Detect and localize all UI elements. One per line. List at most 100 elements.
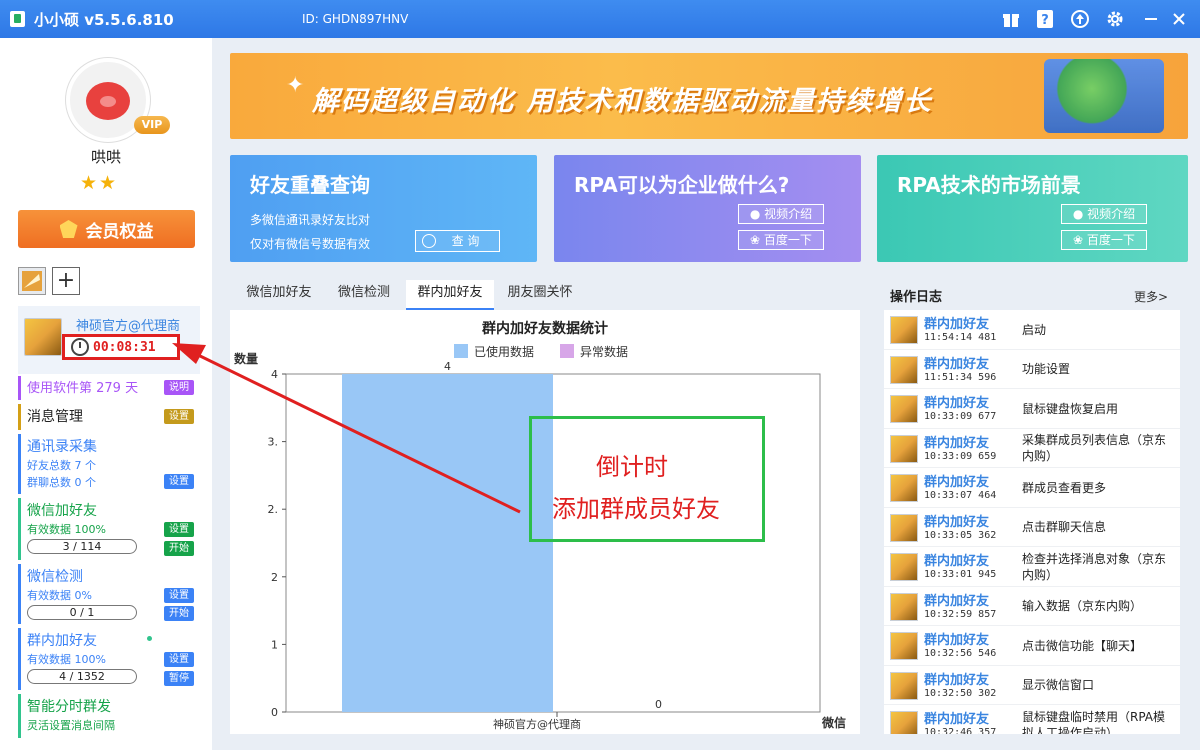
log-item[interactable]: 群内加好友 11:51:34 596 功能设置 [884,350,1180,389]
help-icon[interactable]: ? [1034,8,1056,30]
minimize-icon[interactable] [1140,8,1162,30]
close-icon[interactable] [1168,8,1190,30]
log-avatar [890,355,918,384]
account-name: 神硕官方@代理商 [76,319,181,334]
bar-data-label: 0 [655,698,662,711]
log-message-text: 鼠标键盘恢复启用 [1022,401,1119,416]
add-account-button[interactable]: + [52,267,80,295]
gift-icon[interactable] [1000,8,1022,30]
log-item[interactable]: 群内加好友 10:32:50 302 显示微信窗口 [884,666,1180,705]
log-message: 输入数据（京东内购） [1022,587,1174,626]
log-item[interactable]: 群内加好友 10:33:05 362 点击群聊天信息 [884,508,1180,547]
log-avatar [890,434,918,463]
paw-icon: ❀ [1073,233,1087,247]
log-message-text: 点击微信功能【聊天】 [1022,638,1143,653]
rpa-market-video-button[interactable]: ● 视频介绍 [1061,204,1147,224]
contacts-collect-row[interactable]: 通讯录采集 好友总数 7 个 群聊总数 0 个 设置 [18,434,198,494]
contacts-settings-button[interactable]: 设置 [164,474,194,489]
bulb-icon: ● [749,207,765,221]
log-item[interactable]: 群内加好友 10:32:59 857 输入数据（京东内购） [884,587,1180,626]
member-benefits-button[interactable]: 会员权益 [18,210,195,248]
contacts-collect-title: 通讯录采集 [27,439,97,455]
log-message-text: 功能设置 [1022,362,1071,376]
log-item[interactable]: 群内加好友 11:54:14 481 启动 [884,310,1180,350]
wechat-check-row[interactable]: 微信检测 有效数据 0% 0 / 1 设置 开始 [18,564,198,624]
rpa-enterprise-title: RPA可以为企业做什么? [574,173,790,197]
log-more-link[interactable]: 更多> [1134,288,1168,305]
log-time: 10:32:46 357 [924,727,997,734]
log-time: 11:51:34 596 [924,371,997,383]
group-add-settings-button[interactable]: 设置 [164,652,194,667]
smart-group-send-title: 智能分时群发 [27,699,111,715]
log-avatar [890,711,918,734]
usage-info-button[interactable]: 说明 [164,380,194,395]
tab-group-add-friend[interactable]: 群内加好友 [406,280,494,310]
log-message: 鼠标键盘临时禁用（RPA模拟人工操作启动） [1022,705,1174,735]
y-tick-label: 4 [271,368,278,381]
log-item[interactable]: 群内加好友 10:33:01 945 检查并选择消息对象（京东内购） [884,547,1180,587]
friend-count: 好友总数 7 个 [27,459,96,472]
svg-text:?: ? [1041,13,1049,28]
account-avatar [24,318,62,356]
annotation-add-members: 添加群成员好友 [552,495,720,523]
account-card[interactable]: 神硕官方@代理商 00:08:31 [18,306,200,374]
baidu-label: 百度一下 [763,233,812,247]
tab-wechat-add-friend[interactable]: 微信加好友 [236,280,322,310]
log-message: 采集群成员列表信息（京东内购） [1022,429,1174,468]
operation-log-title: 操作日志 [890,290,943,305]
promo-banner[interactable]: ✦ 解码超级自动化 用技术和数据驱动流量持续增长 [230,53,1188,139]
wechat-add-friend-row[interactable]: 微信加好友 有效数据 100% 3 / 114 设置 开始 [18,498,198,560]
log-item[interactable]: 群内加好友 10:32:46 357 鼠标键盘临时禁用（RPA模拟人工操作启动） [884,705,1180,734]
log-item[interactable]: 群内加好友 10:33:09 677 鼠标键盘恢复启用 [884,389,1180,429]
log-message-text: 显示微信窗口 [1022,678,1095,692]
group-add-friend-row[interactable]: 群内加好友 有效数据 100% 4 / 1352 设置 暂停 [18,628,198,690]
query-button[interactable]: 查 询 [415,230,500,252]
log-feature-name: 群内加好友 [924,356,990,372]
log-item[interactable]: 群内加好友 10:33:09 659 采集群成员列表信息（京东内购） [884,429,1180,468]
log-feature-name: 群内加好友 [924,554,990,569]
settings-icon[interactable] [1104,8,1126,30]
wechat-check-settings-button[interactable]: 设置 [164,588,194,603]
log-feature-name: 群内加好友 [924,317,990,332]
wechat-add-start-button[interactable]: 开始 [164,541,194,556]
log-message: 点击微信功能【聊天】 [1022,626,1174,665]
log-message: 鼠标键盘恢复启用 [1022,389,1174,428]
upgrade-icon[interactable] [1069,8,1091,30]
wechat-add-progress: 3 / 114 [27,539,137,554]
y-tick-label: 0 [271,706,278,719]
rpa-market-title: RPA技术的市场前景 [897,173,1081,197]
log-message: 启动 [1022,310,1174,349]
app-logo-icon [10,11,25,27]
log-item[interactable]: 群内加好友 10:33:07 464 群成员查看更多 [884,468,1180,508]
rpa-enterprise-baidu-button[interactable]: ❀ 百度一下 [738,230,824,250]
app-title: 小小硕 v5.5.6.810 [34,11,174,29]
tab-wechat-check[interactable]: 微信检测 [326,280,402,310]
group-add-progress: 4 / 1352 [27,669,137,684]
log-feature-name: 群内加好友 [924,396,990,411]
banner-slogan: 解码超级自动化 用技术和数据驱动流量持续增长 [312,86,933,117]
title-bar: 小小硕 v5.5.6.810 ID: GHDN897HNV ? [0,0,1200,38]
rpa-enterprise-video-button[interactable]: ● 视频介绍 [738,204,824,224]
member-benefits-label: 会员权益 [85,221,154,242]
log-item[interactable]: 群内加好友 10:32:56 546 点击微信功能【聊天】 [884,626,1180,666]
friend-overlap-card[interactable]: 好友重叠查询 多微信通讯录好友比对 仅对有微信号数据有效 查 询 [230,155,537,262]
tab-moments-care[interactable]: 朋友圈关怀 [500,280,580,310]
wechat-add-settings-button[interactable]: 设置 [164,522,194,537]
operation-log-list[interactable]: 群内加好友 11:54:14 481 启动 群内加好友 11:51:34 596 功能设置… [884,310,1180,734]
account-switch-avatar[interactable] [18,267,46,295]
wechat-check-start-button[interactable]: 开始 [164,606,194,621]
annotation-countdown: 倒计时 [596,453,668,481]
level-stars: ★★ [80,172,119,194]
message-management-row[interactable]: 消息管理 设置 [18,404,198,430]
wechat-check-title: 微信检测 [27,569,83,585]
smart-group-send-row[interactable]: 智能分时群发 灵活设置消息间隔 [18,694,198,738]
log-avatar [890,395,918,423]
log-message-text: 检查并选择消息对象（京东内购） [1022,551,1167,582]
bulb-icon: ● [1072,207,1088,221]
banner-illustration-icon [1044,59,1164,133]
rpa-market-baidu-button[interactable]: ❀ 百度一下 [1061,230,1147,250]
group-add-pause-button[interactable]: 暂停 [164,671,194,686]
message-settings-button[interactable]: 设置 [164,409,194,424]
rpa-enterprise-card[interactable]: RPA可以为企业做什么? ● 视频介绍 ❀ 百度一下 [554,155,861,262]
rpa-market-card[interactable]: RPA技术的市场前景 ● 视频介绍 ❀ 百度一下 [877,155,1188,262]
